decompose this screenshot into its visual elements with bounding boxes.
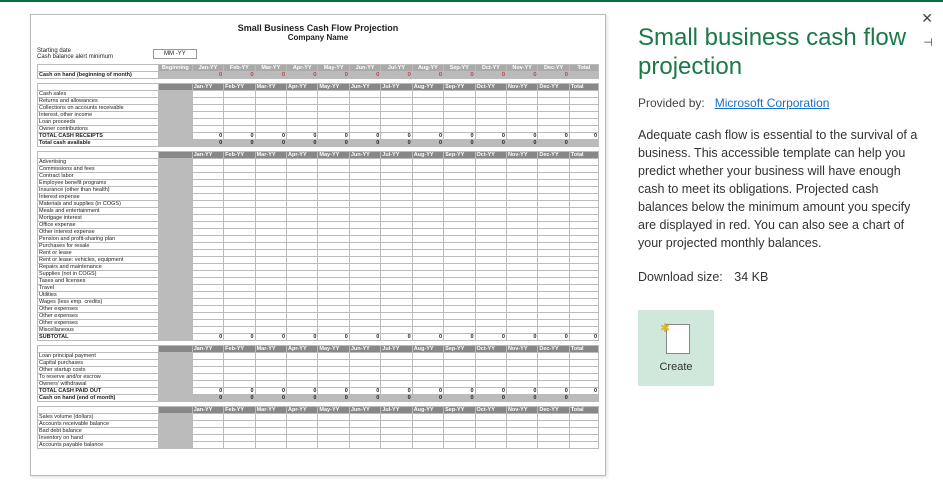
alert-min-label: Cash balance alert minimum: [37, 54, 113, 60]
provider-link[interactable]: Microsoft Corporation: [715, 96, 830, 110]
create-label: Create: [659, 361, 692, 373]
section-table-2: CASH PAID OUTJan-YYFeb-YYMar-YYApr-YYMay…: [37, 345, 599, 402]
template-preview: Small Business Cash Flow Projection Comp…: [0, 2, 620, 504]
worksheet-preview: Small Business Cash Flow Projection Comp…: [30, 14, 606, 476]
section-table-0: CASH RECEIPTSJan-YYFeb-YYMar-YYApr-YYMay…: [37, 83, 599, 147]
section-table-1: CASH PAID OUTJan-YYFeb-YYMar-YYApr-YYMay…: [37, 151, 599, 341]
sheet-title: Small Business Cash Flow Projection: [37, 23, 599, 33]
template-title: Small business cash flow projection: [638, 24, 921, 82]
company-name: Company Name: [37, 33, 599, 42]
new-document-icon: ✱: [662, 323, 690, 355]
section-table-3: OTHER OPERATING DATAJan-YYFeb-YYMar-YYAp…: [37, 406, 599, 449]
starting-date-value: MM -YY: [153, 49, 197, 59]
download-size-label: Download size:: [638, 270, 723, 284]
download-size-value: 34 KB: [734, 270, 768, 284]
template-description: Adequate cash flow is essential to the s…: [638, 126, 921, 253]
provided-by-label: Provided by:: [638, 96, 705, 110]
pin-button[interactable]: ⊣: [923, 36, 933, 49]
template-detail-pane: ✕ ⊣ Small business cash flow projection …: [620, 2, 943, 504]
create-button[interactable]: ✱ Create: [638, 310, 714, 386]
close-button[interactable]: ✕: [921, 10, 933, 27]
cash-on-hand-table: BeginningJan-YYFeb-YYMar-YYApr-YYMay-YYJ…: [37, 64, 599, 79]
